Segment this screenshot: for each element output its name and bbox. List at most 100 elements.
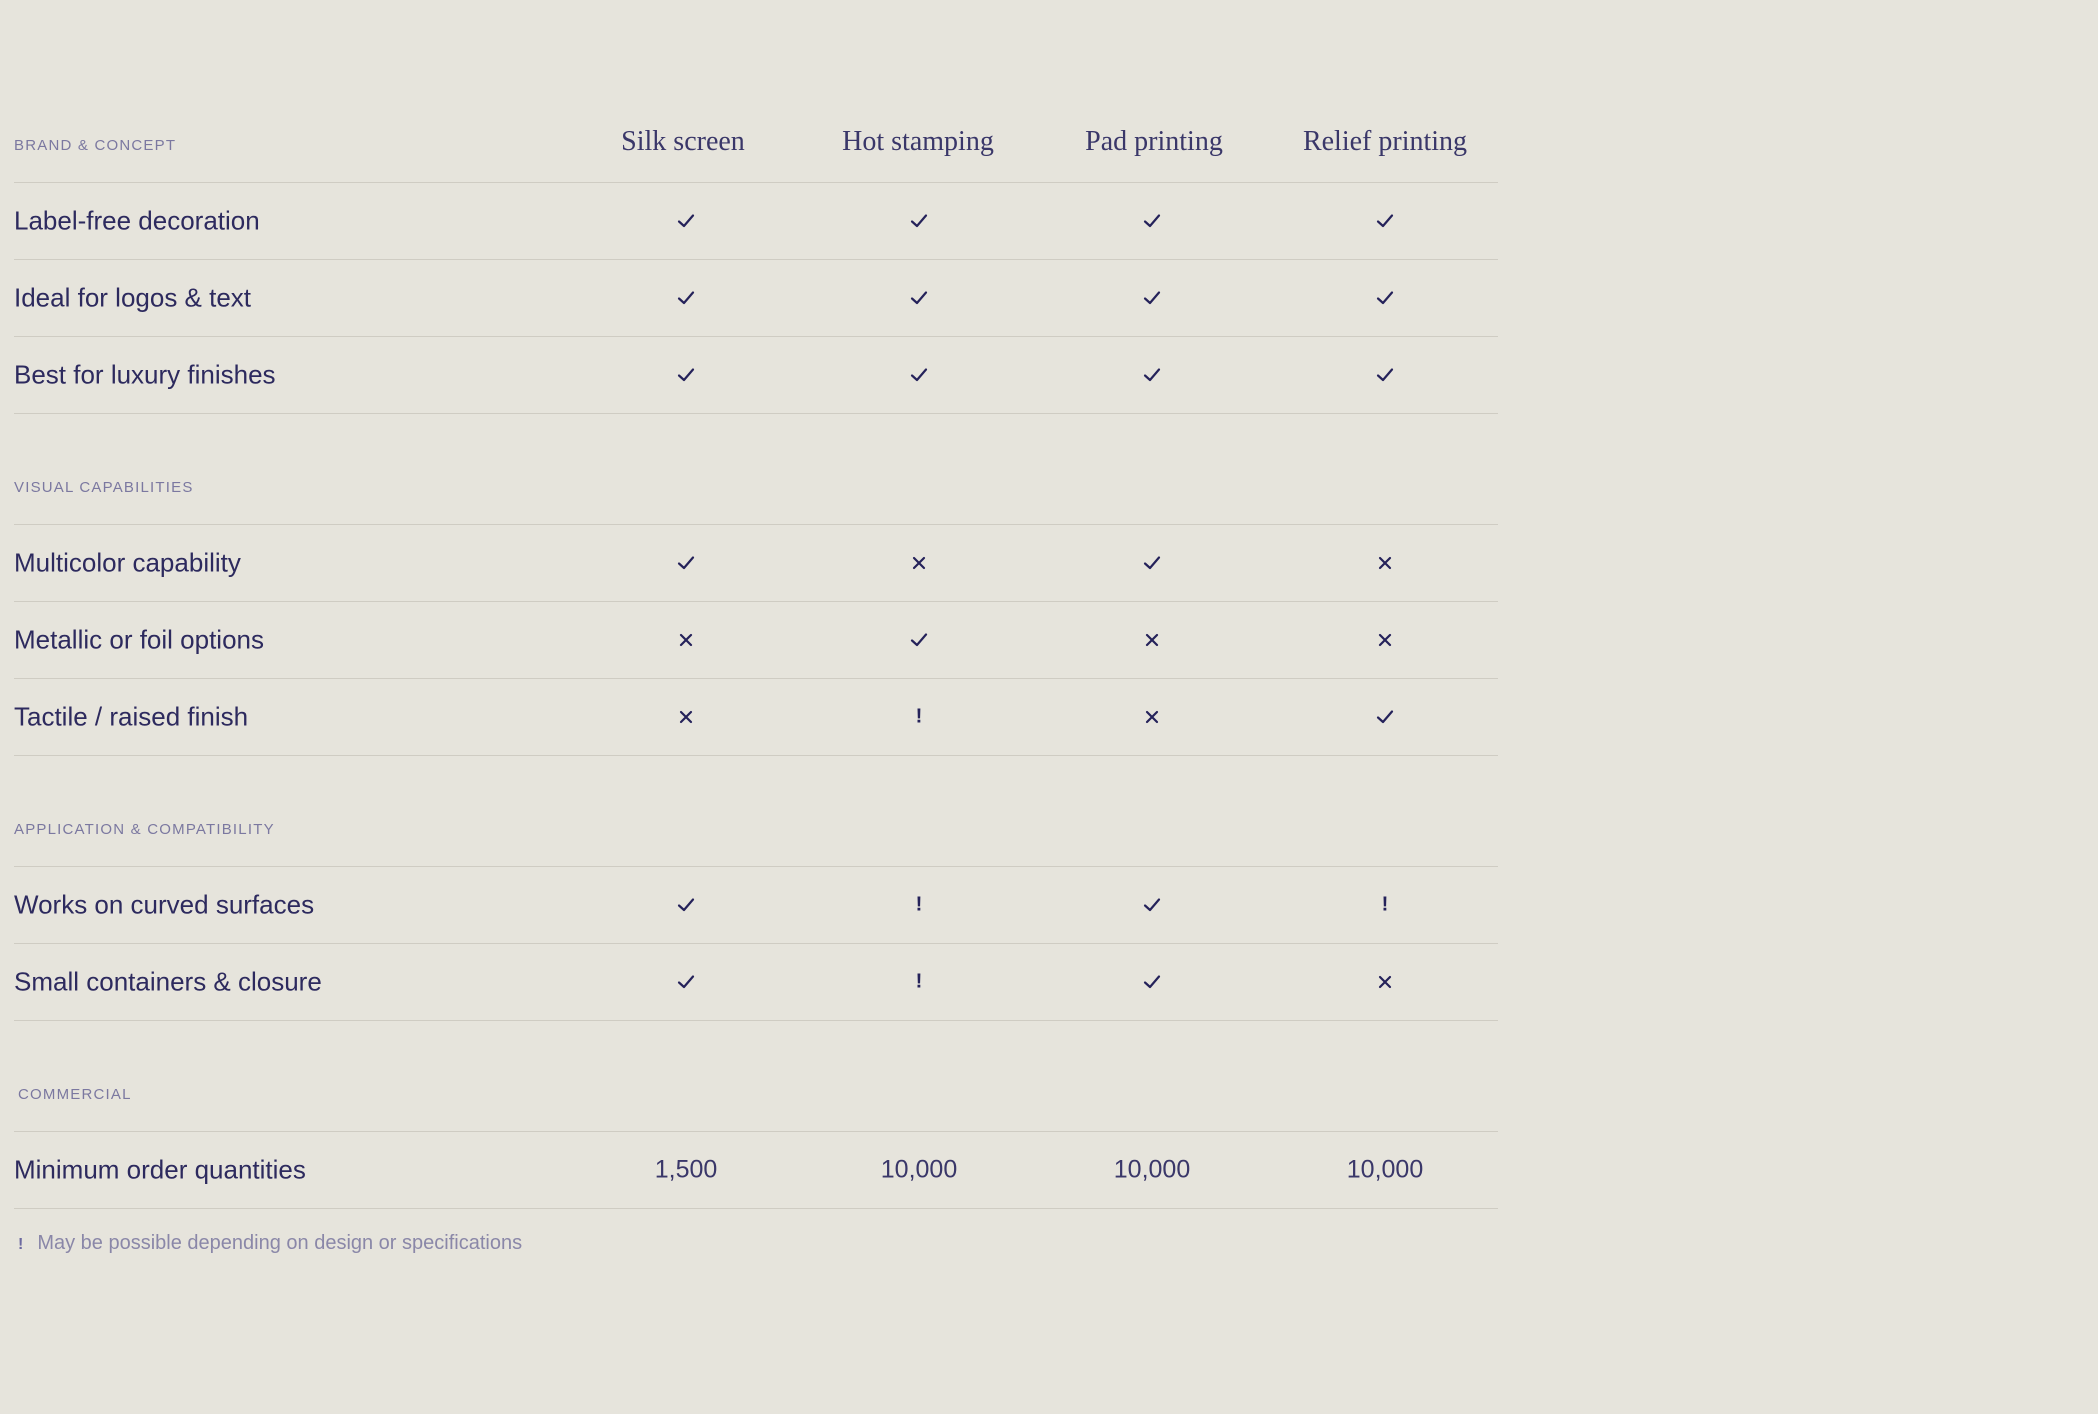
exclamation-icon: ! (915, 893, 923, 916)
col-hot-stamping-cell: ! (839, 971, 999, 994)
quantity-value: 10,000 (1346, 1155, 1424, 1184)
col-hot-stamping-cell (839, 554, 999, 572)
check-icon (1143, 556, 1161, 569)
check-icon (677, 214, 695, 227)
col-hot-stamping-cell: ! (839, 894, 999, 917)
comparison-table: BRAND & CONCEPT Silk screen Hot stamping Pa… (14, 116, 1498, 1209)
row-label: Multicolor capability (14, 547, 241, 578)
check-icon (910, 368, 928, 381)
row-label: Small containers & closure (14, 966, 322, 997)
col-relief-printing-cell: ! (1305, 894, 1465, 917)
table-row: Best for luxury finishes (14, 337, 1498, 414)
col-hot-stamping-cell: ! (839, 706, 999, 729)
check-icon (910, 291, 928, 304)
exclamation-icon: ! (915, 705, 923, 728)
col-relief-printing-cell (1305, 366, 1465, 384)
row-label: Best for luxury finishes (14, 359, 276, 390)
section-label: VISUAL CAPABILITIES (14, 479, 194, 496)
check-icon (1376, 291, 1394, 304)
col-pad-printing-cell (1072, 631, 1232, 649)
cross-icon (1378, 975, 1392, 988)
table-row: Ideal for logos & text (14, 260, 1498, 337)
cross-icon (912, 556, 926, 569)
col-silk-screen-cell (606, 896, 766, 914)
col-relief-printing-cell (1305, 631, 1465, 649)
section-header: VISUAL CAPABILITIES (14, 414, 1498, 525)
cross-icon (1378, 633, 1392, 646)
row-label: Works on curved surfaces (14, 889, 315, 920)
col-silk-screen-cell (606, 366, 766, 384)
footnote-text: May be possible depending on design or s… (37, 1232, 523, 1254)
section-commercial: COMMERCIAL Minimum order quantities 1,500 1… (14, 1021, 1498, 1209)
col-hot-stamping-cell (839, 289, 999, 307)
check-icon (677, 291, 695, 304)
row-label: Ideal for logos & text (14, 282, 252, 313)
cross-icon (1145, 710, 1159, 723)
col-relief-printing-cell (1305, 973, 1465, 991)
check-icon (677, 556, 695, 569)
exclamation-icon: ! (1381, 893, 1389, 916)
col-pad-printing-cell (1072, 366, 1232, 384)
quantity-value: 1,500 (654, 1155, 718, 1184)
col-silk-screen-cell (606, 631, 766, 649)
column-headers: Silk screen Hot stamping Pad printing Relie… (14, 126, 1498, 162)
col-pad-printing-cell (1072, 554, 1232, 572)
exclamation-icon: ! (915, 970, 923, 993)
col-silk-screen-header: Silk screen (621, 126, 745, 157)
check-icon (677, 975, 695, 988)
check-icon (1143, 368, 1161, 381)
row-label: Label-free decoration (14, 205, 260, 236)
check-icon (1376, 710, 1394, 723)
col-relief-printing-cell (1305, 554, 1465, 572)
quantity-value: 10,000 (880, 1155, 958, 1184)
section-header: BRAND & CONCEPT Silk screen Hot stamping Pa… (14, 116, 1498, 183)
check-icon (677, 368, 695, 381)
table-row: Metallic or foil options (14, 602, 1498, 679)
section-header: APPLICATION & COMPATIBILITY (14, 756, 1498, 867)
section-header: COMMERCIAL (14, 1021, 1498, 1132)
check-icon (1143, 291, 1161, 304)
check-icon (1143, 214, 1161, 227)
col-pad-printing-cell: 10,000 (1072, 1156, 1232, 1185)
col-relief-printing-cell (1305, 708, 1465, 726)
check-icon (1143, 975, 1161, 988)
table-row: Multicolor capability (14, 525, 1498, 602)
col-relief-printing-cell: 10,000 (1305, 1156, 1465, 1185)
table-row: Works on curved surfaces!! (14, 867, 1498, 944)
col-hot-stamping-cell (839, 366, 999, 384)
col-hot-stamping-cell (839, 631, 999, 649)
col-hot-stamping-cell (839, 212, 999, 230)
footnote: ! May be possible depending on design or … (18, 1232, 522, 1255)
row-label: Tactile / raised finish (14, 701, 249, 732)
table-row: Tactile / raised finish! (14, 679, 1498, 756)
col-hot-stamping-header: Hot stamping (842, 126, 994, 157)
section-brand-concept: BRAND & CONCEPT Silk screen Hot stamping Pa… (14, 116, 1498, 414)
quantity-value: 10,000 (1113, 1155, 1191, 1184)
col-silk-screen-cell (606, 289, 766, 307)
col-silk-screen-cell (606, 708, 766, 726)
table-row: Minimum order quantities 1,500 10,000 10,00… (14, 1132, 1498, 1209)
col-relief-printing-cell (1305, 212, 1465, 230)
col-relief-printing-cell (1305, 289, 1465, 307)
col-pad-printing-header: Pad printing (1085, 126, 1223, 157)
col-silk-screen-cell (606, 554, 766, 572)
col-pad-printing-cell (1072, 708, 1232, 726)
check-icon (910, 214, 928, 227)
cross-icon (679, 633, 693, 646)
col-pad-printing-cell (1072, 973, 1232, 991)
col-pad-printing-cell (1072, 289, 1232, 307)
col-hot-stamping-cell: 10,000 (839, 1156, 999, 1185)
table-row: Small containers & closure! (14, 944, 1498, 1021)
row-label: Minimum order quantities (14, 1154, 306, 1185)
footnote-mark: ! (18, 1236, 24, 1253)
col-pad-printing-cell (1072, 896, 1232, 914)
table-row: Label-free decoration (14, 183, 1498, 260)
cross-icon (1378, 556, 1392, 569)
col-silk-screen-cell (606, 212, 766, 230)
col-pad-printing-cell (1072, 212, 1232, 230)
col-relief-printing-header: Relief printing (1302, 126, 1468, 157)
cross-icon (1145, 633, 1159, 646)
col-silk-screen-cell: 1,500 (606, 1156, 766, 1185)
section-visual-capabilities: VISUAL CAPABILITIES Multicolor capability… (14, 414, 1498, 756)
cross-icon (679, 710, 693, 723)
